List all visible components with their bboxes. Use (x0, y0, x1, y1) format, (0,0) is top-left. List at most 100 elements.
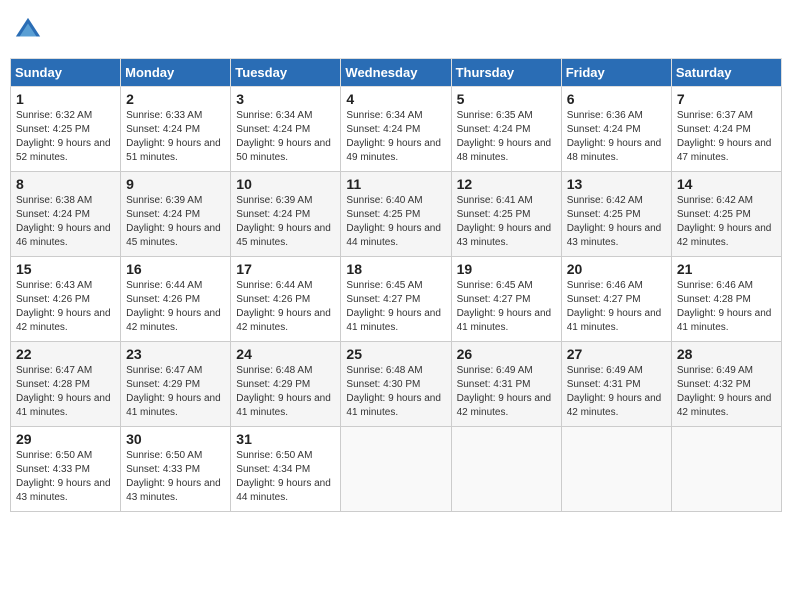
calendar-cell: 26 Sunrise: 6:49 AM Sunset: 4:31 PM Dayl… (451, 342, 561, 427)
calendar-cell: 11 Sunrise: 6:40 AM Sunset: 4:25 PM Dayl… (341, 172, 451, 257)
calendar-header (10, 10, 782, 50)
calendar-cell: 2 Sunrise: 6:33 AM Sunset: 4:24 PM Dayli… (121, 87, 231, 172)
day-info: Sunrise: 6:49 AM Sunset: 4:32 PM Dayligh… (677, 364, 776, 420)
day-number: 31 (236, 431, 335, 447)
day-info: Sunrise: 6:32 AM Sunset: 4:25 PM Dayligh… (16, 109, 115, 165)
calendar-cell: 3 Sunrise: 6:34 AM Sunset: 4:24 PM Dayli… (231, 87, 341, 172)
day-number: 19 (457, 261, 556, 277)
day-number: 11 (346, 176, 445, 192)
day-number: 30 (126, 431, 225, 447)
calendar-cell: 21 Sunrise: 6:46 AM Sunset: 4:28 PM Dayl… (671, 257, 781, 342)
day-header-wednesday: Wednesday (341, 59, 451, 87)
logo (14, 16, 46, 44)
calendar-cell: 4 Sunrise: 6:34 AM Sunset: 4:24 PM Dayli… (341, 87, 451, 172)
calendar-cell: 13 Sunrise: 6:42 AM Sunset: 4:25 PM Dayl… (561, 172, 671, 257)
day-number: 21 (677, 261, 776, 277)
day-number: 1 (16, 91, 115, 107)
day-info: Sunrise: 6:44 AM Sunset: 4:26 PM Dayligh… (236, 279, 335, 335)
day-info: Sunrise: 6:50 AM Sunset: 4:33 PM Dayligh… (16, 449, 115, 505)
calendar-cell (561, 427, 671, 512)
day-info: Sunrise: 6:33 AM Sunset: 4:24 PM Dayligh… (126, 109, 225, 165)
day-info: Sunrise: 6:42 AM Sunset: 4:25 PM Dayligh… (677, 194, 776, 250)
calendar-cell (341, 427, 451, 512)
calendar-cell: 12 Sunrise: 6:41 AM Sunset: 4:25 PM Dayl… (451, 172, 561, 257)
calendar-cell: 20 Sunrise: 6:46 AM Sunset: 4:27 PM Dayl… (561, 257, 671, 342)
day-info: Sunrise: 6:38 AM Sunset: 4:24 PM Dayligh… (16, 194, 115, 250)
day-header-sunday: Sunday (11, 59, 121, 87)
calendar-week-3: 15 Sunrise: 6:43 AM Sunset: 4:26 PM Dayl… (11, 257, 782, 342)
calendar-cell: 17 Sunrise: 6:44 AM Sunset: 4:26 PM Dayl… (231, 257, 341, 342)
day-info: Sunrise: 6:45 AM Sunset: 4:27 PM Dayligh… (346, 279, 445, 335)
calendar-cell: 27 Sunrise: 6:49 AM Sunset: 4:31 PM Dayl… (561, 342, 671, 427)
day-info: Sunrise: 6:50 AM Sunset: 4:34 PM Dayligh… (236, 449, 335, 505)
day-number: 27 (567, 346, 666, 362)
day-info: Sunrise: 6:49 AM Sunset: 4:31 PM Dayligh… (567, 364, 666, 420)
calendar-week-1: 1 Sunrise: 6:32 AM Sunset: 4:25 PM Dayli… (11, 87, 782, 172)
calendar-cell: 8 Sunrise: 6:38 AM Sunset: 4:24 PM Dayli… (11, 172, 121, 257)
day-number: 12 (457, 176, 556, 192)
calendar-cell: 6 Sunrise: 6:36 AM Sunset: 4:24 PM Dayli… (561, 87, 671, 172)
day-number: 29 (16, 431, 115, 447)
day-number: 8 (16, 176, 115, 192)
day-header-tuesday: Tuesday (231, 59, 341, 87)
day-number: 23 (126, 346, 225, 362)
day-info: Sunrise: 6:47 AM Sunset: 4:29 PM Dayligh… (126, 364, 225, 420)
day-header-friday: Friday (561, 59, 671, 87)
day-number: 20 (567, 261, 666, 277)
day-number: 24 (236, 346, 335, 362)
day-info: Sunrise: 6:36 AM Sunset: 4:24 PM Dayligh… (567, 109, 666, 165)
calendar-cell: 24 Sunrise: 6:48 AM Sunset: 4:29 PM Dayl… (231, 342, 341, 427)
day-info: Sunrise: 6:39 AM Sunset: 4:24 PM Dayligh… (236, 194, 335, 250)
day-number: 13 (567, 176, 666, 192)
day-number: 25 (346, 346, 445, 362)
day-number: 18 (346, 261, 445, 277)
calendar-cell: 10 Sunrise: 6:39 AM Sunset: 4:24 PM Dayl… (231, 172, 341, 257)
day-info: Sunrise: 6:41 AM Sunset: 4:25 PM Dayligh… (457, 194, 556, 250)
day-info: Sunrise: 6:35 AM Sunset: 4:24 PM Dayligh… (457, 109, 556, 165)
day-number: 10 (236, 176, 335, 192)
calendar-cell: 22 Sunrise: 6:47 AM Sunset: 4:28 PM Dayl… (11, 342, 121, 427)
day-number: 16 (126, 261, 225, 277)
day-number: 4 (346, 91, 445, 107)
day-info: Sunrise: 6:42 AM Sunset: 4:25 PM Dayligh… (567, 194, 666, 250)
day-info: Sunrise: 6:50 AM Sunset: 4:33 PM Dayligh… (126, 449, 225, 505)
day-info: Sunrise: 6:43 AM Sunset: 4:26 PM Dayligh… (16, 279, 115, 335)
day-number: 2 (126, 91, 225, 107)
calendar-cell: 30 Sunrise: 6:50 AM Sunset: 4:33 PM Dayl… (121, 427, 231, 512)
calendar-cell: 9 Sunrise: 6:39 AM Sunset: 4:24 PM Dayli… (121, 172, 231, 257)
day-number: 9 (126, 176, 225, 192)
day-number: 15 (16, 261, 115, 277)
day-info: Sunrise: 6:44 AM Sunset: 4:26 PM Dayligh… (126, 279, 225, 335)
calendar-cell: 19 Sunrise: 6:45 AM Sunset: 4:27 PM Dayl… (451, 257, 561, 342)
day-info: Sunrise: 6:34 AM Sunset: 4:24 PM Dayligh… (346, 109, 445, 165)
calendar-cell: 14 Sunrise: 6:42 AM Sunset: 4:25 PM Dayl… (671, 172, 781, 257)
calendar-week-4: 22 Sunrise: 6:47 AM Sunset: 4:28 PM Dayl… (11, 342, 782, 427)
day-info: Sunrise: 6:48 AM Sunset: 4:30 PM Dayligh… (346, 364, 445, 420)
day-info: Sunrise: 6:46 AM Sunset: 4:27 PM Dayligh… (567, 279, 666, 335)
day-info: Sunrise: 6:39 AM Sunset: 4:24 PM Dayligh… (126, 194, 225, 250)
calendar-table: SundayMondayTuesdayWednesdayThursdayFrid… (10, 58, 782, 512)
day-info: Sunrise: 6:47 AM Sunset: 4:28 PM Dayligh… (16, 364, 115, 420)
day-number: 3 (236, 91, 335, 107)
calendar-week-2: 8 Sunrise: 6:38 AM Sunset: 4:24 PM Dayli… (11, 172, 782, 257)
day-number: 17 (236, 261, 335, 277)
calendar-cell (671, 427, 781, 512)
day-number: 7 (677, 91, 776, 107)
day-number: 26 (457, 346, 556, 362)
calendar-cell: 16 Sunrise: 6:44 AM Sunset: 4:26 PM Dayl… (121, 257, 231, 342)
calendar-cell: 15 Sunrise: 6:43 AM Sunset: 4:26 PM Dayl… (11, 257, 121, 342)
day-number: 14 (677, 176, 776, 192)
calendar-cell: 7 Sunrise: 6:37 AM Sunset: 4:24 PM Dayli… (671, 87, 781, 172)
day-info: Sunrise: 6:34 AM Sunset: 4:24 PM Dayligh… (236, 109, 335, 165)
logo-icon (14, 16, 42, 44)
day-info: Sunrise: 6:40 AM Sunset: 4:25 PM Dayligh… (346, 194, 445, 250)
day-info: Sunrise: 6:37 AM Sunset: 4:24 PM Dayligh… (677, 109, 776, 165)
day-number: 28 (677, 346, 776, 362)
day-number: 6 (567, 91, 666, 107)
calendar-cell: 28 Sunrise: 6:49 AM Sunset: 4:32 PM Dayl… (671, 342, 781, 427)
day-number: 5 (457, 91, 556, 107)
calendar-cell: 23 Sunrise: 6:47 AM Sunset: 4:29 PM Dayl… (121, 342, 231, 427)
calendar-cell (451, 427, 561, 512)
calendar-week-5: 29 Sunrise: 6:50 AM Sunset: 4:33 PM Dayl… (11, 427, 782, 512)
day-info: Sunrise: 6:48 AM Sunset: 4:29 PM Dayligh… (236, 364, 335, 420)
